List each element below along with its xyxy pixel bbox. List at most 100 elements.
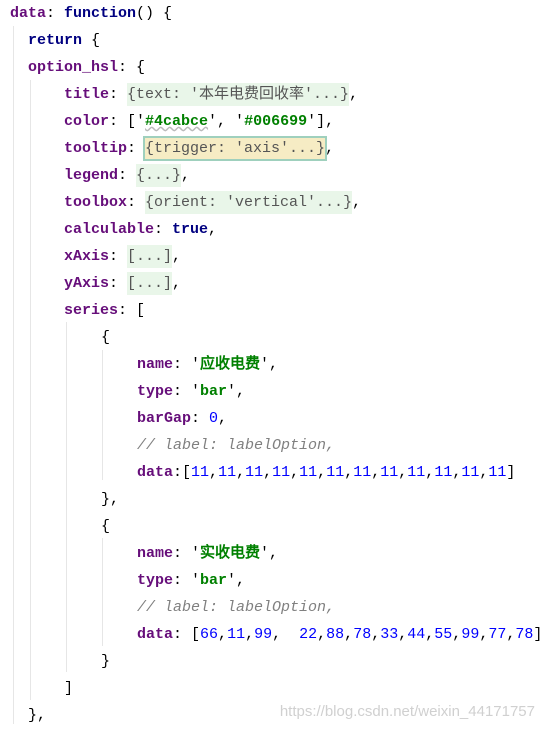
code-token: :[ <box>173 464 192 481</box>
code-token: : ' <box>173 383 201 400</box>
code-token: bar <box>200 383 228 400</box>
code-token: : <box>191 410 210 427</box>
code-line[interactable]: { <box>101 324 110 351</box>
code-line[interactable]: barGap: 0, <box>137 405 227 432</box>
code-line[interactable]: } <box>101 648 110 675</box>
code-token: { <box>101 518 111 535</box>
code-token: #006699 <box>244 113 308 130</box>
code-line[interactable]: }, <box>28 702 46 729</box>
code-token: , <box>236 464 246 481</box>
code-line[interactable]: xAxis: [...], <box>64 243 181 270</box>
code-line[interactable]: legend: {...}, <box>64 162 190 189</box>
code-token: // label: labelOption, <box>137 599 336 616</box>
code-token: , <box>371 626 381 643</box>
code-line[interactable]: ] <box>64 675 73 702</box>
code-token: ', <box>227 383 246 400</box>
code-token: : <box>127 194 146 211</box>
code-token: : <box>109 86 128 103</box>
code-token: : <box>118 167 137 184</box>
code-token: ', ' <box>208 113 245 130</box>
code-token: true <box>172 221 209 238</box>
code-line[interactable]: title: {text: '本年电费回收率'...}, <box>64 81 358 108</box>
code-token: return <box>28 32 83 49</box>
code-token: , <box>344 626 354 643</box>
code-token: legend <box>64 167 119 184</box>
code-token: yAxis <box>64 275 110 292</box>
code-token: 33 <box>380 626 399 643</box>
code-line[interactable]: { <box>101 513 110 540</box>
code-line[interactable]: data: function() { <box>10 0 172 27</box>
code-token: : [ <box>118 302 146 319</box>
code-token: , <box>290 464 300 481</box>
folded-region[interactable]: [...] <box>127 272 173 295</box>
code-token: }, <box>101 491 120 508</box>
code-token: 11 <box>191 464 210 481</box>
watermark: https://blog.csdn.net/weixin_44171757 <box>279 703 535 720</box>
indent-guide <box>102 538 103 646</box>
code-token: data <box>10 5 47 22</box>
code-token: , <box>317 464 327 481</box>
code-token: , <box>245 626 255 643</box>
code-line[interactable]: // label: labelOption, <box>137 594 335 621</box>
code-line[interactable]: data: [66,11,99, 22,88,78,33,44,55,99,77… <box>137 621 541 648</box>
code-token: 78 <box>353 626 372 643</box>
folded-region[interactable]: {...} <box>136 164 182 187</box>
code-token: 11 <box>326 464 345 481</box>
code-line[interactable]: series: [ <box>64 297 145 324</box>
code-token: 88 <box>326 626 345 643</box>
code-token: , <box>218 626 228 643</box>
code-token: ] <box>506 464 516 481</box>
code-token: , <box>352 194 362 211</box>
code-token: ] <box>533 626 541 643</box>
code-line[interactable]: calculable: true, <box>64 216 217 243</box>
folded-region[interactable]: {orient: 'vertical'...} <box>145 191 353 214</box>
code-token: 11 <box>272 464 291 481</box>
code-token: ] <box>64 680 74 697</box>
code-token: } <box>101 653 111 670</box>
folded-region[interactable]: {trigger: 'axis'...} <box>143 136 328 161</box>
indent-guide <box>66 322 67 672</box>
code-line[interactable]: color: ['#4cabce', '#006699'], <box>64 108 334 135</box>
code-token: 22 <box>299 626 318 643</box>
indent-guide <box>30 80 31 700</box>
code-token: ', <box>260 545 279 562</box>
code-token: 11 <box>380 464 399 481</box>
code-token: : [ <box>173 626 201 643</box>
code-token: 应收电费 <box>200 356 261 373</box>
code-line[interactable]: option_hsl: { <box>28 54 145 81</box>
code-token: name <box>137 356 174 373</box>
code-token: { <box>82 32 101 49</box>
code-token: : ' <box>173 572 201 589</box>
code-token: 44 <box>407 626 426 643</box>
code-line[interactable]: return { <box>28 27 100 54</box>
code-line[interactable]: // label: labelOption, <box>137 432 335 459</box>
code-token: series <box>64 302 119 319</box>
code-line[interactable]: name: '应收电费', <box>137 351 278 378</box>
code-token: , <box>218 410 228 427</box>
code-token: () { <box>136 5 173 22</box>
indent-guide <box>102 350 103 480</box>
code-line[interactable]: }, <box>101 486 119 513</box>
code-token: #4cabce <box>145 113 209 130</box>
folded-region[interactable]: [...] <box>127 245 173 268</box>
code-line[interactable]: type: 'bar', <box>137 567 245 594</box>
code-token: { <box>101 329 111 346</box>
code-token: , <box>349 86 359 103</box>
code-token: , <box>344 464 354 481</box>
folded-region[interactable]: {text: '本年电费回收率'...} <box>127 83 350 106</box>
code-line[interactable]: data:[11,11,11,11,11,11,11,11,11,11,11,1… <box>137 459 515 486</box>
code-line[interactable]: yAxis: [...], <box>64 270 181 297</box>
code-line[interactable]: type: 'bar', <box>137 378 245 405</box>
code-line[interactable]: toolbox: {orient: 'vertical'...}, <box>64 189 361 216</box>
code-token: 55 <box>434 626 453 643</box>
code-line[interactable]: name: '实收电费', <box>137 540 278 567</box>
code-token: data <box>137 464 174 481</box>
code-token: 11 <box>353 464 372 481</box>
code-token: : ' <box>173 545 201 562</box>
code-token: : <box>127 140 146 157</box>
code-line[interactable]: tooltip: {trigger: 'axis'...}, <box>64 135 334 162</box>
code-token: name <box>137 545 174 562</box>
code-token: xAxis <box>64 248 110 265</box>
code-token: 99 <box>461 626 480 643</box>
code-token: barGap <box>137 410 192 427</box>
